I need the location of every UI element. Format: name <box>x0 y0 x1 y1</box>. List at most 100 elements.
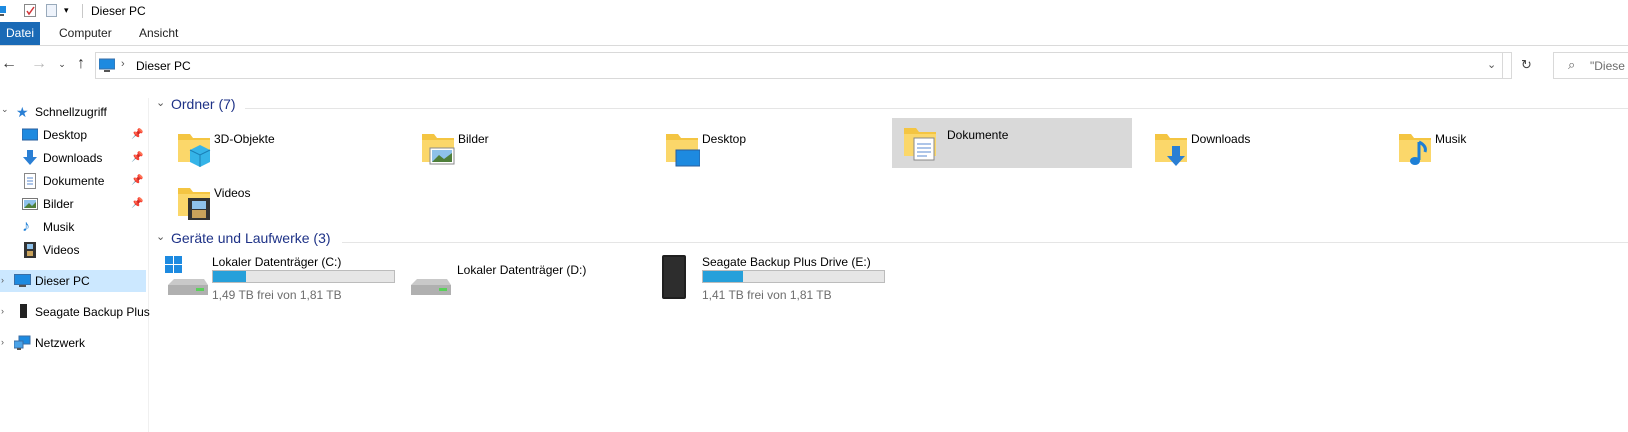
sidebar-item-seagate-backup-plus[interactable]: › Seagate Backup Plus <box>0 301 150 323</box>
folder-label: Desktop <box>702 132 747 146</box>
sidebar-item-downloads[interactable]: Downloads 📌 <box>0 147 146 169</box>
tab-ansicht[interactable]: Ansicht <box>135 22 182 45</box>
drive-tile-c[interactable]: Lokaler Datenträger (C:) 1,49 TB frei vo… <box>164 255 412 303</box>
expand-chevron-icon[interactable]: › <box>1 306 4 316</box>
drive-tile-d[interactable]: Lokaler Datenträger (D:) <box>409 255 657 303</box>
tab-computer[interactable]: Computer <box>55 22 116 45</box>
music-note-icon: ♪ <box>22 218 30 235</box>
computer-icon <box>0 4 8 17</box>
folders-group-title: Ordner (7) <box>171 96 236 112</box>
folder-tile-videos[interactable]: Videos <box>168 176 416 228</box>
star-icon: ★ <box>16 104 29 120</box>
expand-chevron-icon[interactable]: ⌄ <box>1 104 9 115</box>
ribbon-tabs: Datei Computer Ansicht <box>0 22 1628 46</box>
computer-icon <box>14 273 31 289</box>
videos-folder-icon <box>178 188 210 220</box>
search-placeholder: "Diese <box>1590 59 1625 73</box>
refresh-icon[interactable]: ↻ <box>1521 57 1532 73</box>
picture-icon <box>22 196 38 212</box>
folder-tile-desktop[interactable]: Desktop <box>656 122 904 174</box>
window-title: Dieser PC <box>91 4 146 18</box>
drive-free-space: 1,41 TB frei von 1,81 TB <box>702 288 832 302</box>
sidebar-item-dieser-pc[interactable]: › Dieser PC <box>0 270 146 292</box>
folder-label: Videos <box>214 186 251 200</box>
sidebar-item-label: Musik <box>43 220 75 234</box>
group-divider <box>245 108 1628 109</box>
download-arrow-icon <box>22 150 38 166</box>
new-folder-icon[interactable] <box>46 4 58 17</box>
sidebar-item-label: Seagate Backup Plus <box>35 305 150 319</box>
address-history-chevron-icon[interactable]: ⌄ <box>1487 58 1496 71</box>
title-separator <box>82 4 83 18</box>
sidebar-item-desktop[interactable]: Desktop 📌 <box>0 124 146 146</box>
documents-folder-icon <box>904 128 936 161</box>
pictures-folder-icon <box>422 134 455 165</box>
folder-tile-musik[interactable]: Musik <box>1389 122 1628 174</box>
title-bar: ▾ Dieser PC <box>0 0 1628 22</box>
sidebar-item-label: Downloads <box>43 151 103 165</box>
document-icon <box>22 173 38 189</box>
expand-chevron-icon[interactable]: › <box>1 275 4 285</box>
external-drive-icon <box>17 304 33 320</box>
sidebar-item-schnellzugriff[interactable]: ⌄ ★ Schnellzugriff <box>0 101 146 123</box>
address-bar[interactable]: › Dieser PC ⌄ <box>95 52 1512 79</box>
sidebar-item-label: Netzwerk <box>35 336 86 350</box>
folder-label: 3D-Objekte <box>214 132 275 146</box>
network-icon <box>13 335 31 351</box>
sidebar-item-label: Dokumente <box>43 174 105 188</box>
drive-free-space: 1,49 TB frei von 1,81 TB <box>212 288 342 302</box>
sidebar-item-videos[interactable]: Videos <box>0 239 146 261</box>
sidebar-item-dokumente[interactable]: Dokumente 📌 <box>0 170 146 192</box>
desktop-folder-icon <box>666 134 700 167</box>
back-arrow-icon[interactable]: ← <box>0 55 18 73</box>
folder-tile-3d-objekte[interactable]: 3D-Objekte <box>168 122 416 174</box>
search-input[interactable]: ⌕ "Diese <box>1553 52 1628 79</box>
customize-toolbar-icon[interactable]: ▾ <box>64 5 76 18</box>
3d-objects-folder-icon <box>178 134 211 167</box>
pin-icon: 📌 <box>131 152 144 163</box>
drive-usage-fill <box>213 271 246 282</box>
expand-chevron-icon[interactable]: › <box>1 337 4 347</box>
pin-icon: 📌 <box>131 129 144 140</box>
computer-icon <box>98 58 116 75</box>
downloads-folder-icon <box>1155 134 1187 166</box>
drive-usage-bar <box>212 270 395 283</box>
drive-label: Seagate Backup Plus Drive (E:) <box>702 255 871 269</box>
folder-label: Bilder <box>458 132 489 146</box>
sidebar-item-netzwerk[interactable]: › Netzwerk <box>0 332 146 354</box>
sidebar-item-label: Videos <box>43 243 80 257</box>
properties-icon[interactable] <box>24 4 36 17</box>
drives-group-title: Geräte und Laufwerke (3) <box>171 230 331 246</box>
drive-label: Lokaler Datenträger (D:) <box>457 263 587 277</box>
search-icon: ⌕ <box>1568 57 1576 72</box>
sidebar-item-label: Bilder <box>43 197 74 211</box>
windows-drive-icon <box>165 256 208 295</box>
desktop-icon <box>21 127 39 143</box>
folder-tile-bilder[interactable]: Bilder <box>412 122 660 174</box>
collapse-chevron-icon[interactable]: ⌄ <box>156 230 165 243</box>
drive-tile-e[interactable]: Seagate Backup Plus Drive (E:) 1,41 TB f… <box>654 255 902 303</box>
sidebar-item-label: Schnellzugriff <box>35 105 107 119</box>
drive-usage-bar <box>702 270 885 283</box>
up-arrow-icon[interactable]: ↑ <box>72 55 90 73</box>
recent-locations-chevron-icon[interactable]: ⌄ <box>53 55 71 73</box>
sidebar-item-musik[interactable]: ♪ Musik <box>0 216 146 238</box>
folder-tile-dokumente[interactable]: Dokumente <box>892 118 1132 168</box>
breadcrumb-separator-icon: › <box>121 58 125 70</box>
film-icon <box>22 242 38 258</box>
external-drive-icon <box>662 255 686 299</box>
navigation-pane: ⌄ ★ Schnellzugriff Desktop 📌 Downloads 📌… <box>0 98 150 432</box>
folder-label: Dokumente <box>947 128 1009 142</box>
folder-label: Downloads <box>1191 132 1251 146</box>
sidebar-item-bilder[interactable]: Bilder 📌 <box>0 193 146 215</box>
group-divider <box>342 242 1628 243</box>
tab-datei[interactable]: Datei <box>0 22 41 45</box>
address-divider <box>1502 53 1503 78</box>
forward-arrow-icon[interactable]: → <box>30 55 48 73</box>
breadcrumb-dieser-pc[interactable]: Dieser PC <box>136 59 191 73</box>
pin-icon: 📌 <box>131 175 144 186</box>
sidebar-item-label: Dieser PC <box>35 274 90 288</box>
collapse-chevron-icon[interactable]: ⌄ <box>156 96 165 109</box>
music-folder-icon <box>1399 134 1431 165</box>
folder-tile-downloads[interactable]: Downloads <box>1145 122 1393 174</box>
